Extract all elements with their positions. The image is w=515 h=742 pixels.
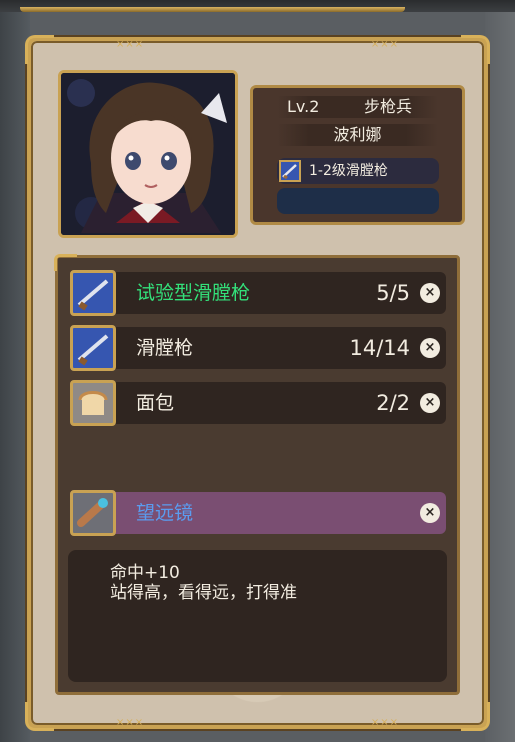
equipped-weapon-slot[interactable]: 1-2级滑膛枪 [277,158,439,184]
top-frame-strip [0,0,515,12]
musket-icon [279,160,301,182]
background-left [0,0,30,742]
accessory-item[interactable]: 望远镜 × [70,490,446,536]
background-right [485,0,515,742]
level-label: Lv.2 [287,97,320,116]
musket-icon [70,325,116,371]
accessory-name: 望远镜 [136,502,194,524]
item-count: 14/14 [349,336,410,360]
remove-item-icon[interactable]: × [420,393,440,413]
item-count: 5/5 [376,281,410,305]
remove-item-icon[interactable]: × [420,283,440,303]
ornament-bottom-left: ××× [116,717,145,728]
item-description: 命中+10 站得高，看得远，打得准 [68,550,447,682]
remove-accessory-icon[interactable]: × [420,503,440,523]
inventory-item[interactable]: 面包 2/2 × [70,380,446,426]
class-label: 步枪兵 [363,97,412,116]
inventory-item[interactable]: 滑膛枪 14/14 × [70,325,446,371]
remove-item-icon[interactable]: × [420,338,440,358]
ornament-bottom-right: ××× [370,717,399,728]
bread-icon [70,380,116,426]
item-name: 面包 [136,392,175,414]
corner-ornament [461,702,490,731]
character-portrait[interactable] [58,70,238,238]
empty-equipment-slot[interactable] [277,188,439,214]
character-info-box: Lv.2 步枪兵 波利娜 1-2级滑膛枪 [250,85,465,225]
description-flavor: 站得高，看得远，打得准 [110,583,297,603]
character-name: 波利娜 [277,124,438,146]
telescope-icon [70,490,116,536]
inventory-item[interactable]: 试验型滑膛枪 5/5 × [70,270,446,316]
ornament-top-right: ××× [370,39,399,50]
corner-ornament [25,35,54,64]
item-count: 2/2 [376,391,410,415]
level-class-row: Lv.2 步枪兵 [277,96,438,118]
inventory-panel: 试验型滑膛枪 5/5 × 滑膛枪 14/14 × 面包 2/2 × 望远镜 × … [54,254,460,695]
musket-icon [70,270,116,316]
corner-ornament [25,702,54,731]
corner-ornament [461,35,490,64]
equipped-weapon-label: 1-2级滑膛枪 [309,163,388,179]
ornament-top-left: ××× [116,39,145,50]
item-name: 试验型滑膛枪 [136,282,251,304]
item-name: 滑膛枪 [136,337,194,359]
portrait-image [61,73,235,235]
